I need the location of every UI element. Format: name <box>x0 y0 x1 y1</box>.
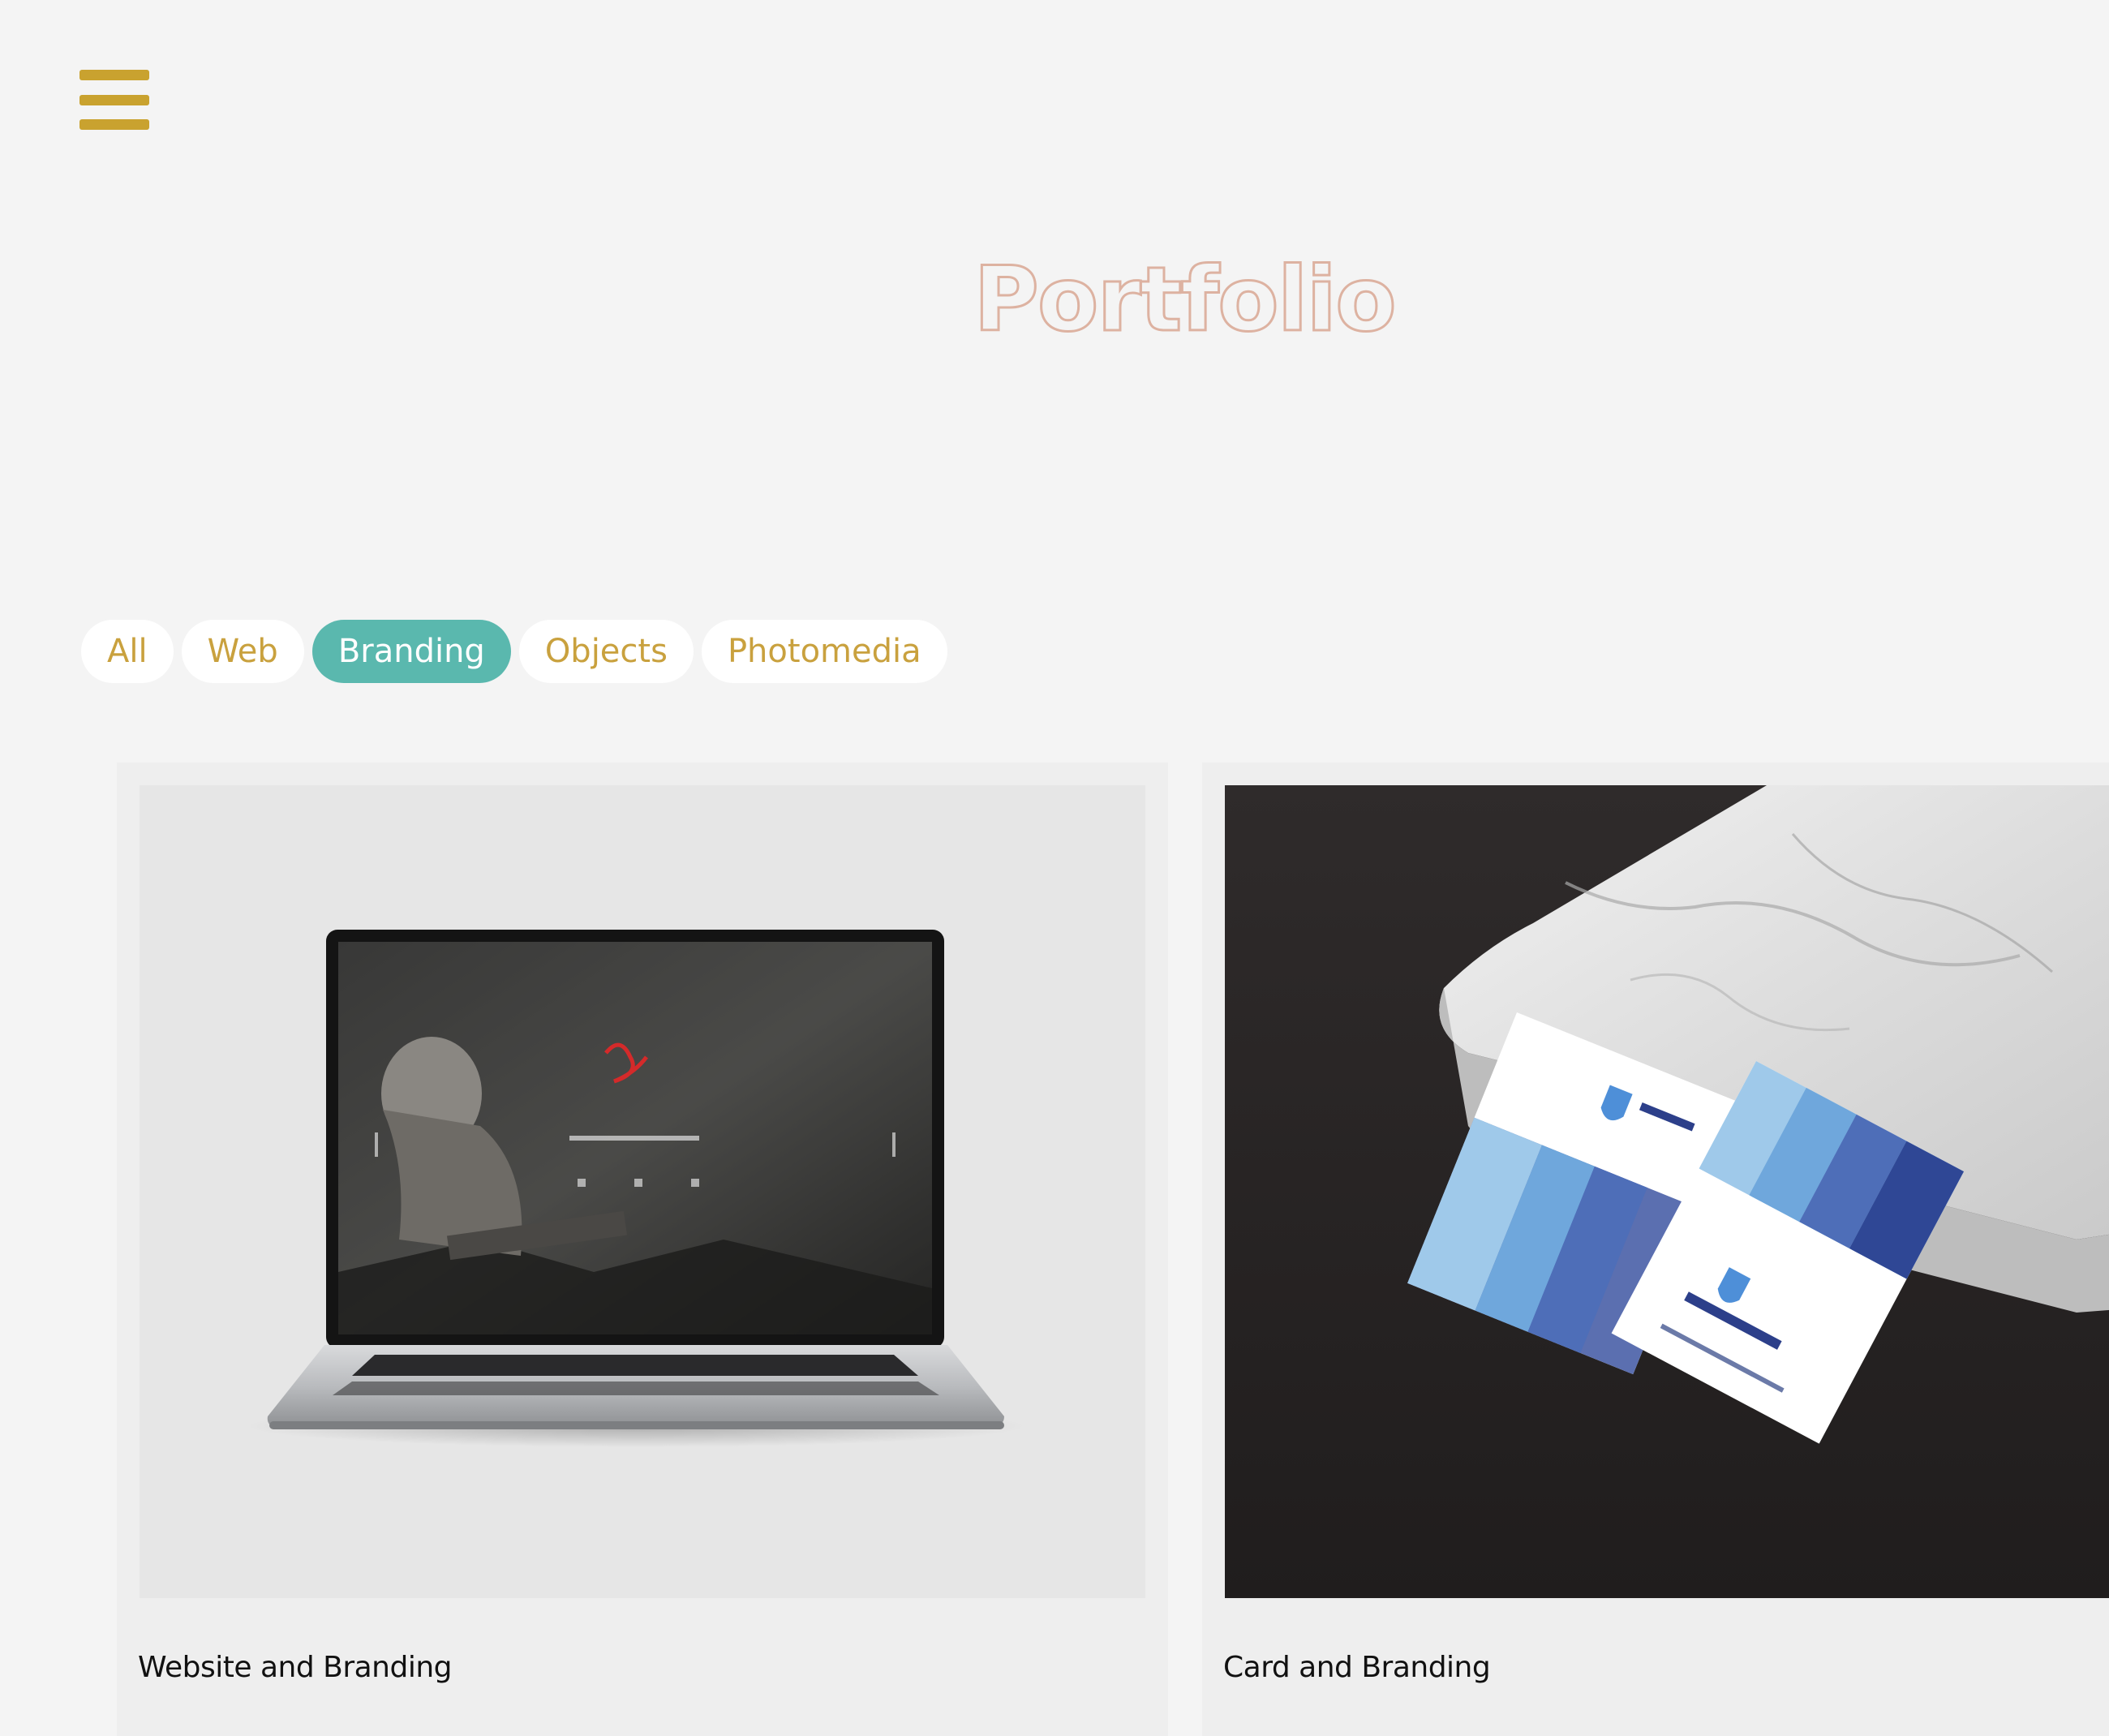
portfolio-card[interactable]: Card and Branding <box>1202 763 2109 1736</box>
filter-branding[interactable]: Branding <box>311 620 511 683</box>
page-title: Portfolio <box>973 247 1398 353</box>
business-cards-image[interactable] <box>1225 785 2109 1598</box>
hamburger-icon-bar <box>79 119 149 130</box>
card-caption: Website and Branding <box>138 1651 453 1684</box>
filter-web[interactable]: Web <box>181 620 304 683</box>
filter-objects[interactable]: Objects <box>518 620 694 683</box>
filter-photomedia[interactable]: Photomedia <box>701 620 947 683</box>
filter-bar: All Web Branding Objects Photomedia <box>81 620 947 683</box>
card-caption: Card and Branding <box>1223 1651 1491 1684</box>
portfolio-card[interactable]: Website and Branding <box>117 763 1168 1736</box>
menu-button[interactable] <box>79 70 149 130</box>
hamburger-icon-bar <box>79 70 149 80</box>
laptop-mockup-image[interactable] <box>140 785 1145 1598</box>
filter-all[interactable]: All <box>81 620 174 683</box>
hamburger-icon-bar <box>79 94 149 105</box>
